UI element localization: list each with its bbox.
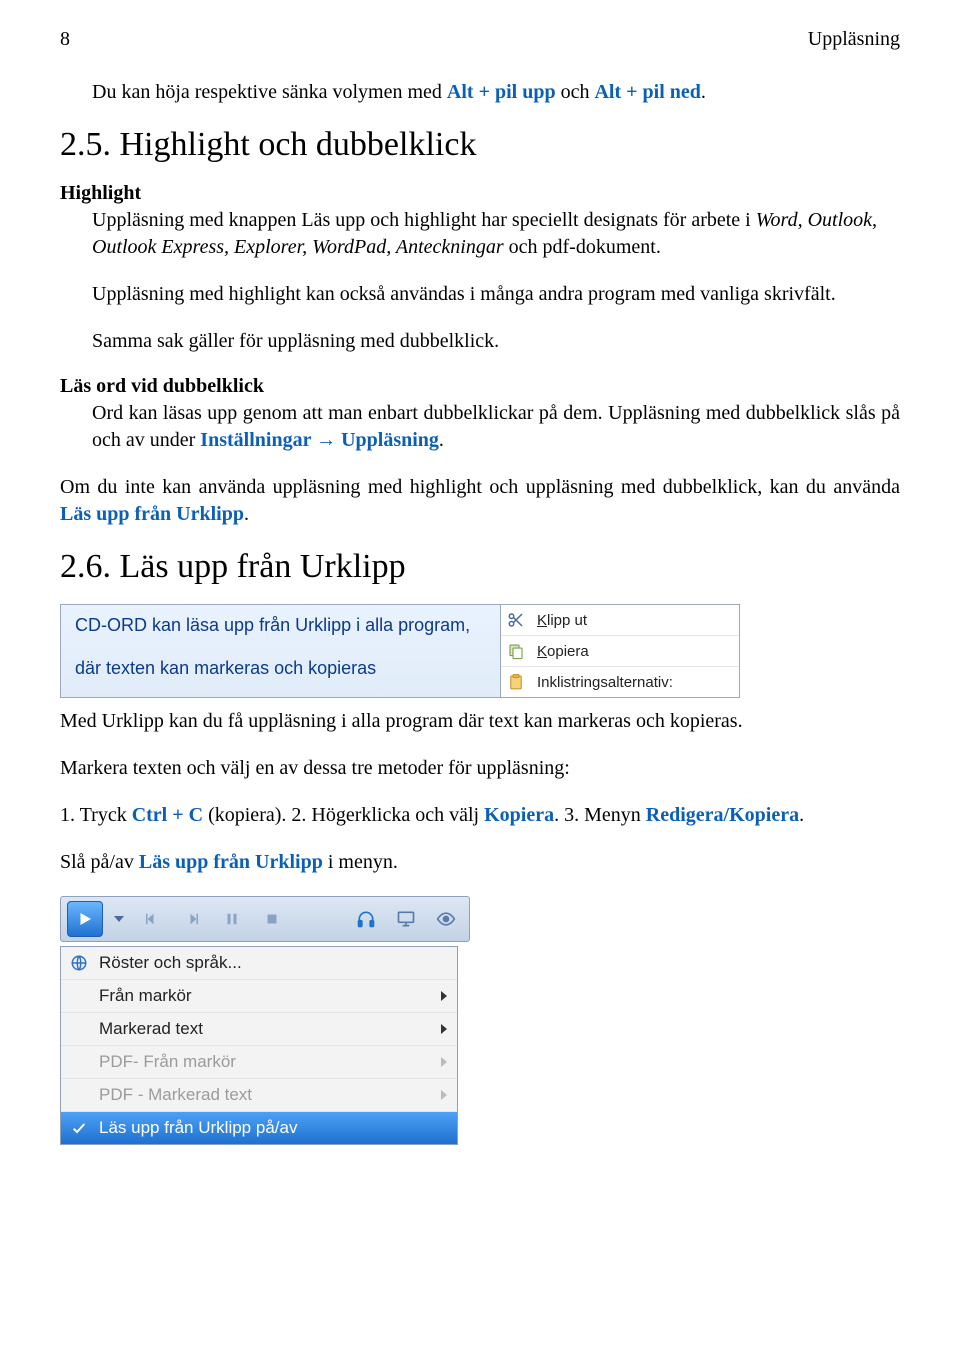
paragraph: Samma sak gäller för uppläsning med dubb… bbox=[92, 328, 900, 355]
menu-item-voices[interactable]: Röster och språk... bbox=[61, 947, 457, 979]
chevron-down-icon[interactable] bbox=[109, 914, 129, 924]
menu-label: Läs upp från Urklipp på/av bbox=[99, 1118, 297, 1138]
paragraph: Markera texten och välj en av dessa tre … bbox=[60, 755, 900, 782]
editor-text-area[interactable]: CD-ORD kan läsa upp från Urklipp i alla … bbox=[61, 605, 500, 697]
text: . bbox=[439, 429, 444, 451]
pause-button[interactable] bbox=[215, 902, 249, 936]
text: Uppläsning med knappen Läs upp och highl… bbox=[92, 209, 756, 231]
heading-2-5: 2.5. Highlight och dubbelklick bbox=[60, 126, 900, 164]
context-menu-label: Klipp ut bbox=[537, 612, 587, 629]
context-menu: Klipp ut Kopiera Inklist bbox=[500, 605, 739, 697]
editor-line: CD-ORD kan läsa upp från Urklipp i alla … bbox=[75, 615, 486, 636]
blank-icon bbox=[69, 1052, 89, 1072]
menu-item-name: Kopiera bbox=[484, 804, 554, 826]
text: 1. Tryck bbox=[60, 804, 132, 826]
text: . bbox=[244, 503, 249, 525]
paragraph: Slå på/av Läs upp från Urklipp i menyn. bbox=[60, 849, 900, 876]
subheading-highlight: Highlight bbox=[60, 182, 900, 205]
chevron-right-icon bbox=[441, 1090, 447, 1100]
blank-icon bbox=[69, 1085, 89, 1105]
check-icon bbox=[69, 1118, 89, 1138]
context-menu-label: Inklistringsalternativ: bbox=[537, 674, 673, 691]
volume-hint: Du kan höja respektive sänka volymen med… bbox=[92, 79, 900, 106]
menu-label: Markerad text bbox=[99, 1019, 203, 1039]
steps-line: 1. Tryck Ctrl + C (kopiera). 2. Högerkli… bbox=[60, 802, 900, 829]
menu-item-pdf-marked-text: PDF - Markerad text bbox=[61, 1078, 457, 1111]
menu-item-pdf-from-marker: PDF- Från markör bbox=[61, 1045, 457, 1078]
context-menu-item-copy[interactable]: Kopiera bbox=[501, 636, 739, 667]
globe-icon bbox=[69, 953, 89, 973]
text: Du kan höja respektive sänka volymen med bbox=[92, 81, 447, 103]
play-button[interactable] bbox=[67, 901, 103, 937]
menu-label: Röster och språk... bbox=[99, 953, 242, 973]
chevron-right-icon bbox=[441, 1024, 447, 1034]
copy-icon bbox=[505, 640, 527, 662]
paragraph: Uppläsning med knappen Läs upp och highl… bbox=[92, 207, 900, 261]
menu-path: Redigera/Kopiera bbox=[646, 804, 799, 826]
chevron-right-icon bbox=[441, 1057, 447, 1067]
text: i menyn. bbox=[323, 851, 398, 873]
keystroke: Alt + pil ned bbox=[594, 81, 700, 103]
editor-with-context-menu: CD-ORD kan läsa upp från Urklipp i alla … bbox=[60, 604, 740, 698]
scissors-icon bbox=[505, 609, 527, 631]
stop-button[interactable] bbox=[255, 902, 289, 936]
text: Om du inte kan använda uppläsning med hi… bbox=[60, 476, 900, 498]
paste-icon bbox=[505, 671, 527, 693]
paragraph: Om du inte kan använda uppläsning med hi… bbox=[60, 474, 900, 528]
feature-name: Läs upp från Urklipp bbox=[139, 851, 323, 873]
subheading-doubleclick: Läs ord vid dubbelklick bbox=[60, 375, 900, 398]
paragraph: Med Urklipp kan du få uppläsning i alla … bbox=[60, 708, 900, 735]
menu-label: PDF - Markerad text bbox=[99, 1085, 252, 1105]
page-number: 8 bbox=[60, 28, 70, 51]
menu-path: Inställningar → Uppläsning bbox=[200, 429, 439, 451]
text: (kopiera). 2. Högerklicka och välj bbox=[203, 804, 484, 826]
feature-name: Läs upp från Urklipp bbox=[60, 503, 244, 525]
monitor-button[interactable] bbox=[389, 902, 423, 936]
paragraph: Ord kan läsas upp genom att man enbart d… bbox=[92, 400, 900, 454]
blank-icon bbox=[69, 1019, 89, 1039]
page-header: 8 Uppläsning bbox=[60, 28, 900, 51]
menu-label: Från markör bbox=[99, 986, 192, 1006]
document-page: 8 Uppläsning Du kan höja respektive sänk… bbox=[0, 0, 960, 1185]
read-menu: Röster och språk... Från markör Markerad… bbox=[60, 946, 458, 1145]
editor-line: där texten kan markeras och kopieras bbox=[75, 658, 486, 679]
text: . bbox=[701, 81, 706, 103]
eye-button[interactable] bbox=[429, 902, 463, 936]
text: . 3. Menyn bbox=[554, 804, 646, 826]
keystroke: Alt + pil upp bbox=[447, 81, 556, 103]
menu-item-marked-text[interactable]: Markerad text bbox=[61, 1012, 457, 1045]
menu-label: PDF- Från markör bbox=[99, 1052, 236, 1072]
heading-2-6: 2.6. Läs upp från Urklipp bbox=[60, 548, 900, 586]
text: Slå på/av bbox=[60, 851, 139, 873]
context-menu-item-cut[interactable]: Klipp ut bbox=[501, 605, 739, 636]
prev-button[interactable] bbox=[135, 902, 169, 936]
chevron-right-icon bbox=[441, 991, 447, 1001]
context-menu-item-paste[interactable]: Inklistringsalternativ: bbox=[501, 667, 739, 697]
menu-item-from-marker[interactable]: Från markör bbox=[61, 979, 457, 1012]
context-menu-label: Kopiera bbox=[537, 643, 589, 660]
menu-item-urklipp-toggle[interactable]: Läs upp från Urklipp på/av bbox=[61, 1111, 457, 1144]
player-toolbar bbox=[60, 896, 470, 942]
text: och pdf-dokument. bbox=[504, 236, 661, 258]
keystroke: Ctrl + C bbox=[132, 804, 203, 826]
next-button[interactable] bbox=[175, 902, 209, 936]
section-title: Uppläsning bbox=[808, 28, 900, 51]
headphones-button[interactable] bbox=[349, 902, 383, 936]
paragraph: Uppläsning med highlight kan också använ… bbox=[92, 281, 900, 308]
text: . bbox=[799, 804, 804, 826]
text: och bbox=[556, 81, 595, 103]
blank-icon bbox=[69, 986, 89, 1006]
